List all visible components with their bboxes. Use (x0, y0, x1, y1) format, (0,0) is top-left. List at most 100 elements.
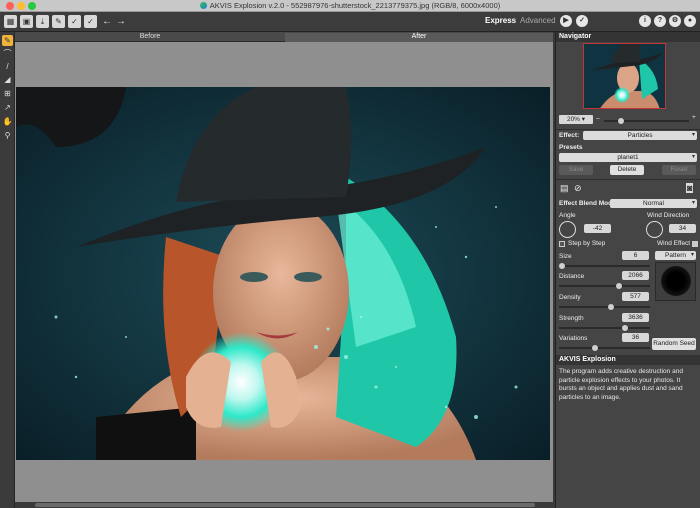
guide-icon[interactable]: ● (684, 15, 696, 27)
main-toolbar: ▦ ▣ ⤓ ✎ ✓ ✓ ← → Express Advanced ▶ ✓ i ?… (0, 12, 700, 32)
settings-panel: Navigator 20% ▾ – + Effect: Particles ▾ P… (555, 32, 700, 508)
zoom-icon[interactable]: ⚲ (2, 130, 13, 141)
info-description: The program adds creative destruction an… (559, 368, 683, 401)
wind-direction-input[interactable]: 34 (669, 224, 696, 233)
density-label: Density (559, 294, 581, 301)
wind-effect-checkbox[interactable] (692, 241, 698, 247)
chevron-down-icon: ▾ (691, 154, 695, 160)
effect-select[interactable]: Particles ▾ (583, 131, 697, 140)
chevron-down-icon: ▾ (691, 200, 695, 206)
variations-label: Variations (559, 335, 588, 342)
eraser-icon[interactable]: ◢ (2, 74, 13, 85)
wind-direction-label: Wind Direction (647, 212, 690, 219)
presets-label: Presets (559, 144, 583, 151)
batch-process-icon[interactable]: ▣ (20, 15, 33, 28)
divider (556, 129, 700, 130)
save-preset-button[interactable]: Save (559, 165, 593, 175)
document-icon[interactable]: ▤ (560, 183, 569, 194)
strength-label: Strength (559, 315, 584, 322)
variations-slider[interactable] (559, 347, 650, 349)
info-header: AKVIS Explosion (556, 355, 700, 365)
distance-input[interactable]: 2066 (622, 271, 649, 280)
tab-after[interactable]: After (285, 33, 553, 42)
divider (556, 179, 700, 180)
run-button[interactable]: ▶ (560, 15, 572, 27)
step-by-step-checkbox[interactable] (559, 241, 565, 247)
pattern-shape (661, 266, 691, 296)
random-seed-button[interactable]: Random Seed (652, 338, 696, 350)
info-icon[interactable]: i (639, 15, 651, 27)
help-icon[interactable]: ? (654, 15, 666, 27)
edited-photo[interactable] (16, 87, 550, 460)
transform-icon[interactable]: ⊞ (2, 88, 13, 99)
blend-mode-label: Effect Blend Mode (559, 200, 616, 207)
scroll-thumb[interactable] (35, 503, 535, 507)
horizontal-scrollbar[interactable] (15, 502, 553, 508)
settings-icon[interactable]: ⚙ (669, 15, 681, 27)
navigator-thumbnail-image (584, 44, 665, 108)
undo-icon[interactable]: ← (102, 15, 112, 28)
zoom-select[interactable]: 20% ▾ (559, 115, 593, 124)
app-logo-icon (199, 2, 207, 9)
variations-input[interactable]: 36 (622, 333, 649, 342)
preset-select[interactable]: planet1 ▾ (559, 153, 697, 162)
navigator-preview[interactable] (583, 43, 666, 109)
step-by-step-label: Step by Step (568, 240, 606, 247)
image-canvas[interactable]: Before After (15, 32, 553, 508)
angle-input[interactable]: -42 (584, 224, 611, 233)
share-icon[interactable]: ✓ (68, 15, 81, 28)
distance-label: Distance (559, 273, 585, 280)
delete-preset-button[interactable]: Delete (610, 165, 644, 175)
density-slider[interactable] (559, 306, 650, 308)
blend-mode-select[interactable]: Normal ▾ (610, 199, 697, 208)
distance-slider[interactable] (559, 285, 650, 287)
strength-slider-knob[interactable] (622, 325, 628, 331)
direction-icon[interactable]: ↗ (2, 102, 13, 113)
preview-toggle-icon[interactable]: ◙ (686, 183, 694, 193)
tab-before[interactable]: Before (15, 33, 285, 40)
mode-express-tab[interactable]: Express (485, 16, 516, 25)
redo-icon[interactable]: → (116, 15, 126, 28)
pattern-select[interactable]: Pattern ▾ (655, 251, 696, 260)
size-input[interactable]: 6 (622, 251, 649, 260)
size-label: Size (559, 253, 572, 260)
apply-button[interactable]: ✓ (576, 15, 588, 27)
chevron-down-icon: ▾ (691, 132, 695, 138)
title-bar: AKVIS Explosion v.2.0 - 552987976-shutte… (0, 0, 700, 12)
mode-advanced-tab[interactable]: Advanced (520, 16, 556, 25)
variations-slider-knob[interactable] (592, 345, 598, 351)
zoom-slider[interactable] (604, 120, 689, 122)
window-title: AKVIS Explosion v.2.0 - 552987976-shutte… (0, 1, 700, 10)
wind-effect-label: Wind Effect (657, 240, 691, 247)
zoom-slider-knob[interactable] (618, 118, 624, 124)
hand-icon[interactable]: ✋ (2, 116, 13, 127)
effect-label: Effect: (559, 132, 580, 139)
strength-input[interactable]: 3636 (622, 313, 649, 322)
open-image-icon[interactable]: ▦ (4, 15, 17, 28)
witch-photo-illustration (16, 87, 550, 460)
zoom-out-icon[interactable]: – (596, 115, 600, 122)
reset-preset-button[interactable]: Reset (662, 165, 696, 175)
angle-label: Angle (559, 212, 576, 219)
angle-dial[interactable] (559, 221, 576, 238)
distance-slider-knob[interactable] (616, 283, 622, 289)
selection-brush-icon[interactable]: ✎ (2, 35, 13, 46)
tools-panel: ✎ ⌒ / ◢ ⊞ ↗ ✋ ⚲ (0, 32, 15, 508)
chevron-down-icon: ▾ (690, 252, 694, 258)
density-slider-knob[interactable] (608, 304, 614, 310)
zoom-in-icon[interactable]: + (692, 114, 696, 121)
size-slider-knob[interactable] (559, 263, 565, 269)
lasso-icon[interactable]: ⌒ (2, 48, 13, 59)
before-after-tabs: Before After (15, 32, 553, 42)
pattern-preview[interactable] (655, 262, 696, 301)
size-slider[interactable] (559, 265, 650, 267)
save-image-icon[interactable]: ⤓ (36, 15, 49, 28)
density-input[interactable]: 577 (622, 292, 649, 301)
strength-slider[interactable] (559, 327, 650, 329)
brush-icon[interactable]: / (2, 61, 13, 72)
navigator-header: Navigator (556, 32, 700, 42)
no-preview-icon[interactable]: ⊘ (574, 183, 582, 194)
wind-direction-dial[interactable] (646, 221, 663, 238)
load-strokes-icon[interactable]: ✓ (84, 15, 97, 28)
print-icon[interactable]: ✎ (52, 15, 65, 28)
